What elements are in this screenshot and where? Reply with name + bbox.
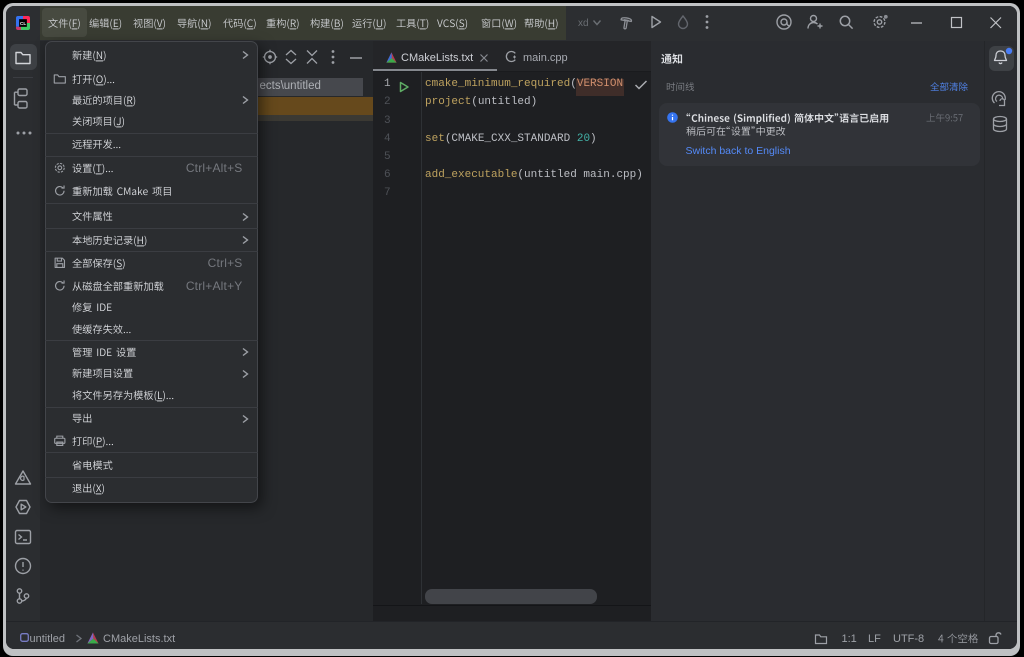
svg-text:xd: xd [578,18,589,29]
svg-text:CL: CL [20,21,26,26]
